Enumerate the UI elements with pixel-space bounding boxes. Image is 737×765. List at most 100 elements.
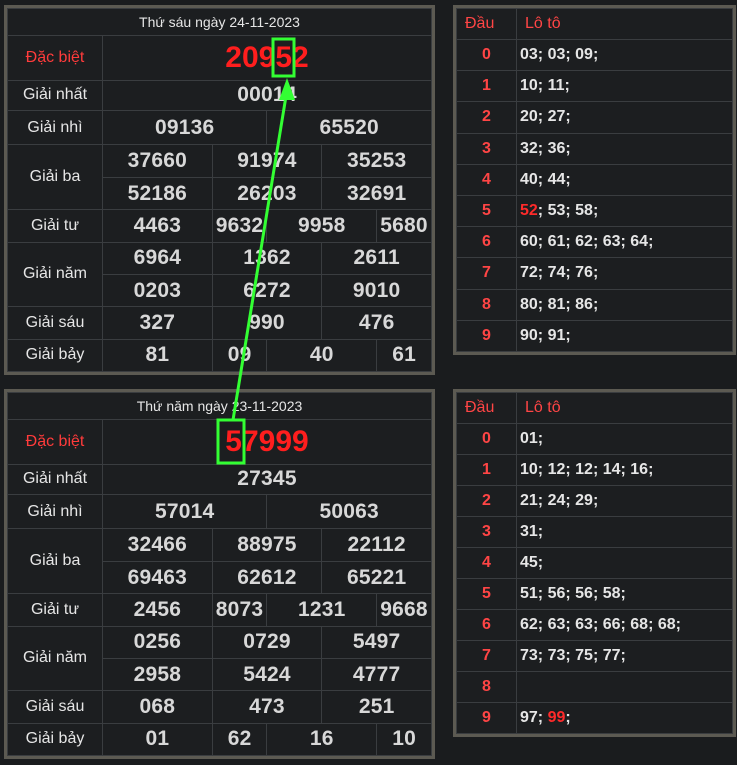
seventh-prize: 62: [211, 722, 268, 757]
loto-dau: 0: [456, 38, 517, 72]
fifth-prize: 6964: [102, 241, 213, 275]
fifth-prize: 2611: [321, 241, 432, 275]
fifth-prize: 0256: [102, 625, 213, 659]
result-title: Thứ năm ngày 23-11-2023: [7, 391, 432, 421]
loto-values: 97; 99;: [516, 702, 733, 734]
result-table-2: Thứ năm ngày 23-11-2023 Đặc biệt 57999 G…: [4, 389, 435, 759]
third-prize: 91974: [211, 144, 323, 178]
fifth-prize: 5497: [321, 625, 432, 659]
sixth-prize: 473: [211, 690, 323, 724]
loto-dau: 0: [456, 423, 517, 455]
loto-values: 60; 61; 62; 63; 64;: [516, 226, 733, 259]
third-prize: 32466: [102, 528, 213, 562]
loto-values: [516, 671, 733, 703]
loto-values: 32; 36;: [516, 132, 733, 165]
second-prize: 50063: [266, 494, 432, 530]
third-prize: 32691: [321, 176, 432, 211]
loto-dau: 9: [456, 702, 517, 734]
label-third: Giải ba: [7, 144, 103, 211]
loto-dau: 1: [456, 454, 517, 486]
loto-values: 72; 74; 76;: [516, 257, 733, 290]
second-prize: 57014: [101, 494, 268, 530]
loto-dau: 6: [456, 609, 517, 641]
loto-dau: 4: [456, 547, 517, 579]
fifth-prize: 0729: [211, 625, 323, 659]
loto-header-loto: Lô tô: [516, 8, 733, 40]
first-prize: 27345: [102, 463, 432, 496]
fourth-prize: 9632: [211, 209, 268, 243]
loto-values: 90; 91;: [516, 319, 733, 353]
loto-values: 73; 73; 75; 77;: [516, 640, 733, 672]
loto-dau: 1: [456, 70, 517, 103]
fourth-prize: 9668: [376, 593, 432, 627]
first-prize: 00014: [102, 79, 432, 112]
loto-header-loto: Lô tô: [516, 392, 733, 424]
label-sixth: Giải sáu: [7, 306, 103, 340]
label-second: Giải nhì: [7, 110, 103, 146]
label-special: Đặc biệt: [7, 35, 103, 81]
fourth-prize: 9958: [266, 209, 378, 243]
label-sixth: Giải sáu: [7, 690, 103, 724]
third-prize: 35253: [321, 144, 432, 178]
loto-dau: 4: [456, 163, 517, 196]
loto-dau: 3: [456, 132, 517, 165]
label-fourth: Giải tư: [7, 593, 103, 627]
third-prize: 26203: [211, 176, 323, 211]
third-prize: 65221: [321, 560, 432, 595]
fifth-prize: 2958: [102, 657, 213, 692]
loto-table-1: Đầu Lô tô 0 03; 03; 09; 1 10; 11; 2 20; 27;…: [453, 5, 736, 355]
fifth-prize: 6272: [211, 273, 323, 308]
loto-values: 52; 53; 58;: [516, 194, 733, 228]
sixth-prize: 327: [102, 306, 213, 340]
fourth-prize: 5680: [376, 209, 432, 243]
fourth-prize: 1231: [266, 593, 378, 627]
second-prize: 65520: [266, 110, 432, 146]
special-prize: 57999: [102, 419, 432, 465]
loto-values: 20; 27;: [516, 101, 733, 134]
result-title: Thứ sáu ngày 24-11-2023: [7, 7, 432, 37]
fifth-prize: 0203: [102, 273, 213, 308]
sixth-prize: 068: [102, 690, 213, 724]
loto-header-dau: Đầu: [456, 8, 517, 40]
seventh-prize: 01: [102, 722, 213, 757]
fourth-prize: 8073: [211, 593, 268, 627]
loto-dau: 6: [456, 226, 517, 259]
loto-header-dau: Đầu: [456, 392, 517, 424]
loto-values: 62; 63; 63; 66; 68; 68;: [516, 609, 733, 641]
label-seventh: Giải bảy: [7, 722, 103, 757]
seventh-prize: 81: [102, 338, 213, 373]
fifth-prize: 4777: [321, 657, 432, 692]
third-prize: 62612: [211, 560, 323, 595]
third-prize: 52186: [102, 176, 213, 211]
label-third: Giải ba: [7, 528, 103, 595]
second-prize: 09136: [101, 110, 268, 146]
loto-dau: 3: [456, 516, 517, 548]
seventh-prize: 09: [211, 338, 268, 373]
loto-dau: 9: [456, 319, 517, 353]
loto-values: 31;: [516, 516, 733, 548]
highlighted-loto: 99: [547, 709, 566, 726]
special-prize: 20952: [102, 35, 432, 81]
loto-values: 40; 44;: [516, 163, 733, 196]
result-table-1: Thứ sáu ngày 24-11-2023 Đặc biệt 20952 G…: [4, 5, 435, 375]
fourth-prize: 4463: [102, 209, 213, 243]
third-prize: 22112: [321, 528, 432, 562]
seventh-prize: 10: [376, 722, 432, 757]
label-fifth: Giải năm: [7, 625, 103, 692]
loto-dau: 7: [456, 257, 517, 290]
label-first: Giải nhất: [7, 79, 103, 112]
highlighted-loto: 52: [520, 202, 538, 220]
third-prize: 37660: [102, 144, 213, 178]
loto-values: 01;: [516, 423, 733, 455]
loto-values: 03; 03; 09;: [516, 38, 733, 72]
loto-values: 80; 81; 86;: [516, 288, 733, 321]
label-fourth: Giải tư: [7, 209, 103, 243]
seventh-prize: 16: [266, 722, 378, 757]
loto-dau: 2: [456, 101, 517, 134]
label-second: Giải nhì: [7, 494, 103, 530]
loto-dau: 5: [456, 578, 517, 610]
loto-values: 21; 24; 29;: [516, 485, 733, 517]
label-seventh: Giải bảy: [7, 338, 103, 373]
label-fifth: Giải năm: [7, 241, 103, 308]
label-special: Đặc biệt: [7, 419, 103, 465]
